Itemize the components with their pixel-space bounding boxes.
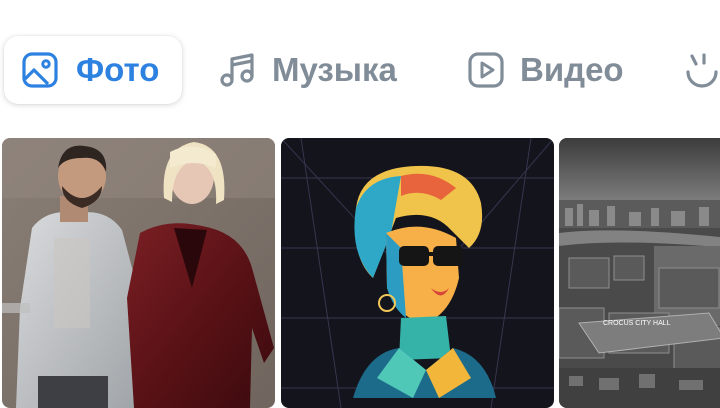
tab-music-label: Музыка bbox=[272, 51, 397, 88]
media-tabs: Фото Музыка Видео bbox=[0, 0, 720, 120]
play-icon bbox=[466, 50, 506, 90]
music-note-icon bbox=[218, 50, 258, 90]
photo-tile[interactable]: CROCUS CITY HALL bbox=[559, 138, 720, 408]
tab-photo[interactable]: Фото bbox=[4, 36, 182, 104]
crocus-sign-text: CROCUS CITY HALL bbox=[603, 320, 671, 327]
photo-pop-art-portrait bbox=[281, 138, 554, 408]
photo-tile[interactable] bbox=[281, 138, 554, 408]
tab-clips[interactable] bbox=[682, 36, 720, 104]
photo-aerial-city: CROCUS CITY HALL bbox=[559, 138, 720, 408]
image-icon bbox=[20, 50, 60, 90]
tab-photo-label: Фото bbox=[76, 51, 160, 88]
photo-tile[interactable] bbox=[2, 138, 275, 408]
tab-video-label: Видео bbox=[520, 51, 624, 88]
photo-grid: CROCUS CITY HALL bbox=[0, 138, 720, 408]
tab-video[interactable]: Видео bbox=[466, 36, 624, 104]
tab-music[interactable]: Музыка bbox=[218, 36, 397, 104]
clips-icon bbox=[682, 50, 720, 90]
photo-duo-portrait bbox=[2, 138, 275, 408]
